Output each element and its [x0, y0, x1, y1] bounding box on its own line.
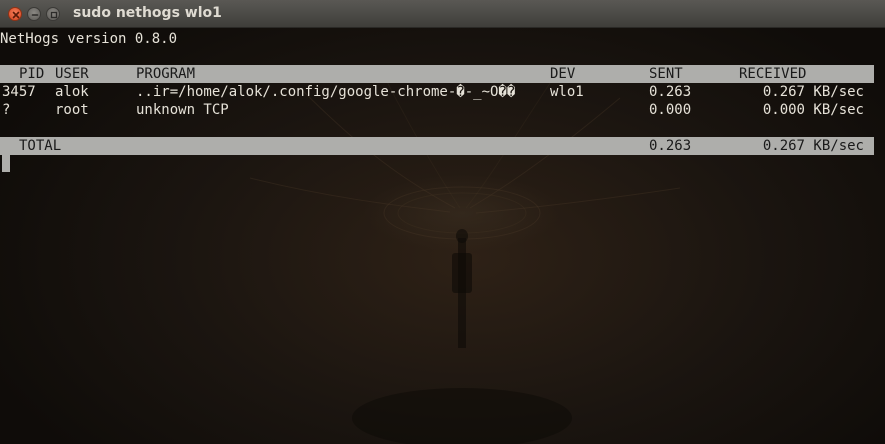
header-user: USER: [55, 66, 89, 82]
version-line: NetHogs version 0.8.0: [0, 31, 178, 47]
minimize-button[interactable]: [27, 7, 41, 21]
total-bar: TOTAL 0.263 0.267 KB/sec: [0, 137, 874, 155]
minimize-icon: [31, 14, 39, 16]
row-user: root: [55, 102, 89, 118]
window-title: sudo nethogs wlo1: [73, 5, 222, 21]
row-dev: wlo1: [550, 84, 584, 100]
terminal-area[interactable]: NetHogs version 0.8.0 PID USER PROGRAM D…: [0, 28, 885, 444]
table-row: ? root unknown TCP 0.000 0.000 KB/sec: [0, 101, 874, 119]
row-sent: 0.263: [649, 84, 692, 100]
row-pid: ?: [2, 102, 11, 118]
row-sent: 0.000: [649, 102, 692, 118]
maximize-icon: [50, 11, 58, 19]
row-received: 0.000 KB/sec: [762, 102, 864, 118]
title-bar[interactable]: sudo nethogs wlo1: [0, 0, 885, 28]
header-program: PROGRAM: [136, 66, 196, 82]
total-label: TOTAL: [19, 138, 62, 154]
header-dev: DEV: [550, 66, 576, 82]
close-button[interactable]: [8, 7, 22, 21]
row-pid: 3457: [2, 84, 36, 100]
table-header: PID USER PROGRAM DEV SENT RECEIVED: [0, 65, 874, 83]
close-icon: [12, 11, 20, 19]
terminal-window: sudo nethogs wlo1 NetHogs version 0.8.0: [0, 0, 885, 444]
maximize-button[interactable]: [46, 7, 60, 21]
total-received: 0.267 KB/sec: [762, 138, 864, 154]
header-sent: SENT: [649, 66, 683, 82]
row-user: alok: [55, 84, 89, 100]
row-program: ..ir=/home/alok/.config/google-chrome-�-…: [136, 84, 516, 100]
header-received: RECEIVED: [739, 66, 807, 82]
terminal-cursor: [2, 155, 10, 172]
total-sent: 0.263: [649, 138, 692, 154]
table-row: 3457 alok ..ir=/home/alok/.config/google…: [0, 83, 874, 101]
row-program: unknown TCP: [136, 102, 229, 118]
row-received: 0.267 KB/sec: [762, 84, 864, 100]
header-pid: PID: [19, 66, 45, 82]
